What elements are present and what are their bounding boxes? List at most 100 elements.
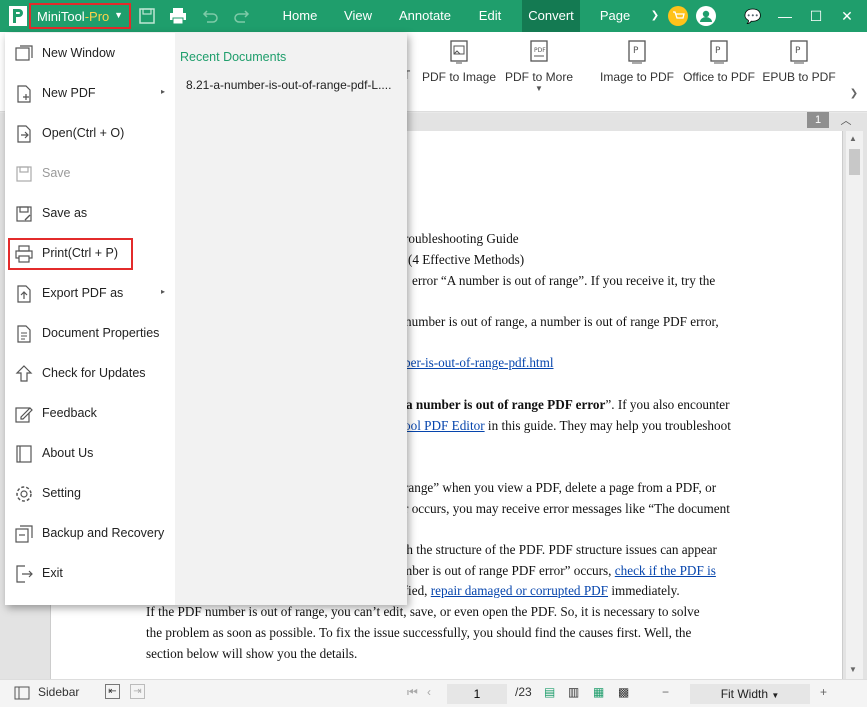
menu-item-save-as[interactable]: Save as — [5, 194, 175, 234]
tab-edit[interactable]: Edit — [470, 0, 510, 32]
single-page-view-icon[interactable]: ▤ — [544, 685, 555, 699]
first-page-icon[interactable]: ⏮ — [407, 685, 418, 700]
doc-text-line: error “A number is out of range”. If you… — [412, 273, 716, 288]
grid-view-icon[interactable]: ▩ — [618, 685, 629, 699]
svg-text:P: P — [715, 46, 721, 56]
print-icon[interactable] — [169, 7, 187, 25]
doc-text-line: roubleshooting Guide — [404, 231, 519, 246]
next-view-icon[interactable]: ⇥ — [130, 684, 145, 699]
maximize-button[interactable]: ☐ — [801, 0, 831, 32]
app-menu-button[interactable]: MiniTool -Pro ▼ — [29, 3, 131, 29]
menu-item-print[interactable]: Print(Ctrl + P) — [8, 238, 133, 270]
menu-item-check-for-updates[interactable]: Check for Updates — [5, 354, 175, 394]
menu-item-label: New PDF — [42, 86, 96, 100]
save-as-icon — [16, 206, 32, 222]
app-logo-icon — [9, 6, 27, 26]
tab-convert[interactable]: Convert — [522, 0, 580, 32]
zoom-value: Fit Width — [720, 687, 769, 701]
menu-item-feedback[interactable]: Feedback — [5, 394, 175, 434]
chevron-down-icon: ▼ — [114, 10, 123, 20]
undo-icon[interactable] — [201, 7, 219, 25]
previous-view-icon[interactable]: ⇤ — [105, 684, 120, 699]
menu-item-label: Save as — [42, 206, 88, 220]
submenu-arrow-icon: ▸ — [161, 87, 166, 96]
svg-text:PDF: PDF — [534, 47, 546, 54]
minimize-button[interactable]: — — [770, 0, 800, 32]
page-number-badge: 1 — [807, 112, 829, 128]
doc-text-line: in this guide. They may help you trouble… — [484, 418, 731, 433]
tab-home[interactable]: Home — [276, 0, 324, 32]
doc-url-link[interactable]: ber-is-out-of-range-pdf.html — [404, 355, 554, 371]
recent-document-item[interactable]: 8.21-a-number-is-out-of-range-pdf-L.... — [186, 78, 391, 92]
app-edition: -Pro — [84, 8, 110, 24]
app-name: MiniTool — [37, 8, 85, 24]
menu-item-exit[interactable]: Exit — [5, 554, 175, 594]
chevron-down-icon: ▼ — [771, 691, 780, 700]
ribbon-scroll-right-icon[interactable]: ❯ — [846, 74, 862, 114]
doc-text-line: t (4 Effective Methods) — [401, 252, 525, 267]
vertical-scrollbar[interactable]: ▲ ▼ — [846, 131, 863, 679]
pdf-to-more-button[interactable]: PDF PDF to More ▼ — [504, 40, 574, 93]
minitool-pdf-editor-link[interactable]: ool PDF Editor — [404, 418, 485, 433]
office-to-pdf-icon: P — [710, 40, 728, 64]
save-icon — [16, 166, 32, 182]
collapse-ribbon-icon[interactable]: ︿ — [838, 112, 854, 128]
scroll-up-icon[interactable]: ▲ — [849, 134, 857, 143]
pdf-to-image-label: PDF to Image — [422, 70, 497, 84]
tab-annotate[interactable]: Annotate — [392, 0, 458, 32]
menu-item-open[interactable]: Open(Ctrl + O) — [5, 114, 175, 154]
zoom-out-icon[interactable]: − — [662, 685, 669, 699]
menu-item-label: About Us — [42, 446, 94, 460]
doc-text-line: number is out of range, a number is out … — [405, 314, 719, 329]
cart-icon[interactable] — [668, 6, 688, 26]
continuous-view-icon[interactable]: ▦ — [593, 685, 604, 699]
two-page-view-icon[interactable]: ▥ — [568, 685, 579, 699]
recent-documents-title: Recent Documents — [180, 50, 287, 64]
epub-to-pdf-label: EPUB to PDF — [762, 70, 836, 84]
sidebar-label[interactable]: Sidebar — [38, 685, 79, 699]
menu-item-label: Open(Ctrl + O) — [42, 126, 125, 140]
scrollbar-thumb[interactable] — [849, 149, 860, 175]
pdf-to-image-button[interactable]: PDF to Image — [422, 40, 496, 84]
sidebar-toggle-icon[interactable] — [14, 686, 30, 700]
menu-item-new-pdf[interactable]: New PDF ▸ — [5, 74, 175, 114]
doc-text-line: range” when you view a PDF, delete a pag… — [404, 480, 717, 495]
menu-item-save[interactable]: Save — [5, 154, 175, 194]
menu-item-label: Document Properties — [42, 326, 160, 340]
menu-item-backup-and-recovery[interactable]: Backup and Recovery — [5, 514, 175, 554]
doc-bold-text: a number is out of range PDF error — [406, 397, 606, 412]
user-account-icon[interactable] — [696, 6, 716, 26]
open-icon — [17, 125, 31, 143]
chat-feedback-icon[interactable]: 💬 — [738, 0, 768, 32]
about-icon — [16, 445, 32, 463]
repair-pdf-link[interactable]: repair damaged or corrupted PDF — [431, 583, 608, 598]
export-icon — [17, 285, 31, 303]
menu-item-new-window[interactable]: New Window — [5, 34, 175, 74]
menu-item-label: Check for Updates — [42, 366, 146, 380]
office-to-pdf-button[interactable]: P Office to PDF — [681, 40, 757, 84]
save-icon[interactable] — [138, 7, 156, 25]
page-number-input[interactable] — [447, 684, 507, 704]
previous-page-icon[interactable]: ‹ — [427, 685, 431, 699]
zoom-in-icon[interactable]: + — [820, 685, 827, 699]
tab-page[interactable]: Page — [592, 0, 638, 32]
tabs-scroll-right-icon[interactable]: ❯ — [648, 0, 662, 32]
epub-to-pdf-icon: P — [790, 40, 808, 64]
chevron-down-icon: ▼ — [535, 84, 543, 93]
image-to-pdf-button[interactable]: P Image to PDF — [598, 40, 676, 84]
menu-item-about-us[interactable]: About Us — [5, 434, 175, 474]
menu-item-label: Setting — [42, 486, 81, 500]
tab-view[interactable]: View — [336, 0, 380, 32]
zoom-select[interactable]: Fit Width ▼ — [690, 684, 810, 704]
scroll-down-icon[interactable]: ▼ — [849, 665, 857, 674]
menu-item-document-properties[interactable]: Document Properties — [5, 314, 175, 354]
menu-item-setting[interactable]: Setting — [5, 474, 175, 514]
menu-item-export-pdf-as[interactable]: Export PDF as ▸ — [5, 274, 175, 314]
check-pdf-link[interactable]: check if the PDF is — [615, 563, 716, 578]
doc-text-line: r occurs, you may receive error messages… — [404, 501, 730, 516]
close-button[interactable]: ✕ — [832, 0, 862, 32]
image-to-pdf-icon: P — [628, 40, 646, 64]
redo-icon[interactable] — [233, 7, 251, 25]
recent-documents-panel: Recent Documents 8.21-a-number-is-out-of… — [175, 33, 407, 605]
epub-to-pdf-button[interactable]: P EPUB to PDF — [762, 40, 836, 84]
